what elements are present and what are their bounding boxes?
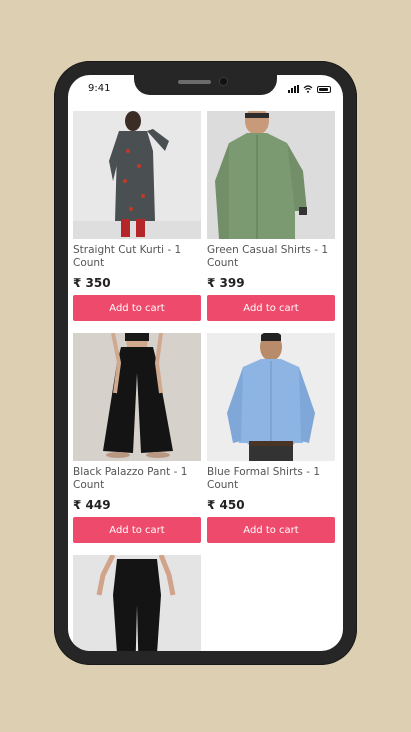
product-card: Green Casual Shirts - 1 Count ₹ 399 Add … — [207, 111, 335, 321]
product-image-leggings[interactable] — [73, 555, 201, 651]
product-price: ₹ 350 — [73, 276, 111, 290]
phone-screen: 9:41 Straight Cut Kurti - 1 Count ₹ 350 … — [68, 75, 343, 651]
add-to-cart-button[interactable]: Add to cart — [207, 295, 335, 321]
product-name: Straight Cut Kurti - 1 Count — [73, 244, 182, 269]
wifi-icon — [303, 85, 313, 93]
notch — [134, 75, 277, 95]
status-icons — [288, 83, 331, 93]
product-card: Black Palazzo Pant - 1 Count ₹ 449 Add t… — [73, 333, 201, 543]
product-name: Blue Formal Shirts - 1 Count — [207, 466, 320, 491]
product-card: Blue Formal Shirts - 1 Count ₹ 450 Add t… — [207, 333, 335, 543]
add-to-cart-button[interactable]: Add to cart — [73, 295, 201, 321]
product-image-kurti[interactable] — [73, 111, 201, 239]
front-camera — [220, 78, 227, 85]
product-price: ₹ 450 — [207, 498, 245, 512]
product-name: Green Casual Shirts - 1 Count — [207, 244, 329, 269]
product-price: ₹ 399 — [207, 276, 245, 290]
status-time: 9:41 — [88, 83, 111, 94]
signal-icon — [288, 85, 299, 93]
add-to-cart-button[interactable]: Add to cart — [207, 517, 335, 543]
add-to-cart-button[interactable]: Add to cart — [73, 517, 201, 543]
battery-icon — [317, 86, 331, 93]
phone-frame: 9:41 Straight Cut Kurti - 1 Count ₹ 350 … — [54, 61, 357, 665]
product-image-green-shirt[interactable] — [207, 111, 335, 239]
product-card — [73, 555, 201, 651]
speaker — [178, 80, 211, 84]
product-image-blue-shirt[interactable] — [207, 333, 335, 461]
product-card: Straight Cut Kurti - 1 Count ₹ 350 Add t… — [73, 111, 201, 321]
product-price: ₹ 449 — [73, 498, 111, 512]
product-name: Black Palazzo Pant - 1 Count — [73, 466, 188, 491]
product-image-palazzo[interactable] — [73, 333, 201, 461]
